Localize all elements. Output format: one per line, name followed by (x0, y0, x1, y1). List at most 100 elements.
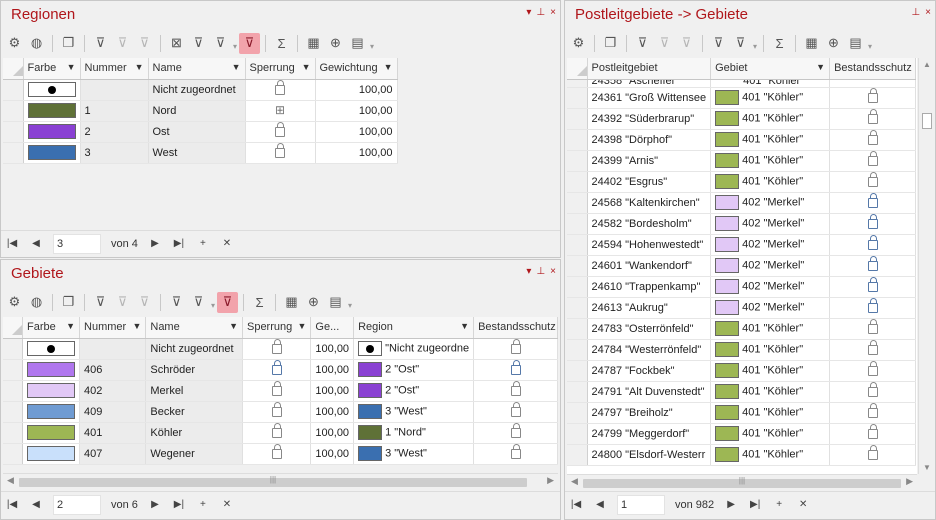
bestandsschutz-cell[interactable] (829, 423, 917, 445)
bestandsschutz-cell[interactable] (473, 443, 558, 465)
region-cell[interactable]: 3 "West" (353, 401, 475, 423)
postleitgebiet-cell[interactable]: 24784 "Westerrönfeld" (587, 339, 712, 361)
sperrung-cell[interactable] (242, 443, 312, 465)
sperrung-cell[interactable]: ⊞ (245, 100, 316, 122)
copy-icon[interactable]: ❐ (58, 33, 79, 54)
row-header[interactable] (3, 443, 24, 465)
gebiet-cell[interactable]: 401 "Köhler" (710, 423, 831, 445)
gebiet-cell[interactable]: 401 "Köhler" (710, 381, 831, 403)
scroll-thumb[interactable] (583, 479, 901, 488)
row-header[interactable] (567, 171, 588, 193)
region-cell[interactable]: 1 "Nord" (353, 422, 475, 444)
table-row[interactable]: 24613 "Aukrug" 402 "Merkel" (567, 297, 917, 319)
table-row[interactable]: 24399 "Arnis" 401 "Köhler" (567, 150, 917, 172)
table-row[interactable]: 2 Ost 100,00 (3, 121, 398, 143)
sperrung-cell[interactable] (242, 401, 312, 423)
table-row[interactable]: 24783 "Osterrönfeld" 401 "Köhler" (567, 318, 917, 340)
gewichtung-cell[interactable]: 100,00 (310, 401, 355, 423)
color-cell[interactable] (22, 380, 81, 402)
chart-settings-icon[interactable]: ▦ (801, 33, 822, 54)
bestandsschutz-cell[interactable] (829, 213, 917, 235)
scroll-thumb[interactable] (19, 478, 527, 487)
gebiet-cell[interactable]: 401 "Köhler" (710, 108, 831, 130)
row-header[interactable] (567, 318, 588, 340)
col-header-farbe[interactable]: Farbe ▼ (22, 317, 81, 339)
filter-reset-icon[interactable]: ⊽ (134, 33, 155, 54)
pin-icon[interactable]: ⊥ (536, 266, 545, 277)
color-cell[interactable] (22, 338, 81, 360)
bestandsschutz-cell[interactable] (829, 108, 917, 130)
table-row[interactable]: Nicht zugeordnet 100,00 "Nicht zugeordne (3, 338, 558, 360)
gewichtung-cell[interactable]: 100,00 (310, 380, 355, 402)
filter-chart-icon[interactable]: ⊽ (217, 291, 238, 313)
table-row[interactable]: Nicht zugeordnet 100,00 (3, 79, 398, 101)
postleitgebiet-cell[interactable]: 24610 "Trappenkamp" (587, 276, 712, 298)
color-cell[interactable] (22, 401, 81, 423)
row-header[interactable] (567, 213, 588, 235)
bestandsschutz-cell[interactable] (829, 360, 917, 382)
bestandsschutz-cell[interactable] (829, 297, 917, 319)
bestandsschutz-cell[interactable] (829, 87, 917, 109)
postleitgebiet-cell[interactable]: 24399 "Arnis" (587, 150, 712, 172)
nummer-cell[interactable]: 1 (80, 100, 149, 122)
scroll-down-icon[interactable]: ▼ (923, 463, 931, 472)
row-header[interactable] (567, 129, 588, 151)
close-icon[interactable]: × (550, 266, 556, 277)
close-icon[interactable]: × (925, 7, 931, 18)
gewichtung-cell[interactable]: 100,00 (315, 142, 398, 164)
table-row[interactable]: 24784 "Westerrönfeld" 401 "Köhler" (567, 339, 917, 361)
table-row[interactable]: 24799 "Meggerdorf" 401 "Köhler" (567, 423, 917, 445)
postleitgebiet-cell[interactable]: 24787 "Fockbek" (587, 360, 712, 382)
filter-clear-icon[interactable]: ⊽ (112, 292, 133, 313)
col-header-gewichtung[interactable]: Gewichtung ▼ (315, 58, 398, 80)
col-header-postleitgebiet[interactable]: Postleitgebiet (587, 58, 712, 80)
add-button[interactable]: + (196, 238, 210, 249)
postleitgebiet-cell[interactable]: 24797 "Breiholz" (587, 402, 712, 424)
col-header-bestandsschutz[interactable]: Bestandsschutz (829, 58, 917, 80)
prev-page-button[interactable]: ◀ (29, 499, 43, 510)
next-page-button[interactable]: ▶ (148, 238, 162, 249)
dropdown-icon[interactable]: ▾ (526, 7, 531, 18)
filter-options-icon[interactable]: ⊽ (730, 33, 757, 54)
delete-button[interactable]: ✕ (220, 499, 234, 510)
gebiet-cell[interactable]: 401 "Köhler" (710, 171, 831, 193)
postleitgebiet-cell[interactable]: 24613 "Aukrug" (587, 297, 712, 319)
bestandsschutz-cell[interactable] (829, 79, 917, 88)
table-row[interactable]: 407 Wegener 100,00 3 "West" (3, 443, 558, 465)
postleitgebiet-cell[interactable]: 24582 "Bordesholm" (587, 213, 712, 235)
sperrung-cell[interactable] (242, 380, 312, 402)
postleitgebiet-cell[interactable]: 24361 "Groß Wittensee (587, 87, 712, 109)
row-header[interactable] (567, 234, 588, 256)
copy-icon[interactable]: ❐ (58, 292, 79, 313)
row-header[interactable] (567, 423, 588, 445)
sperrung-cell[interactable] (242, 359, 312, 381)
dropdown-icon[interactable]: ▾ (526, 266, 531, 277)
scroll-up-icon[interactable]: ▲ (923, 60, 931, 69)
calculator-icon[interactable]: ▤ (325, 292, 352, 313)
close-icon[interactable]: × (550, 7, 556, 18)
row-header[interactable] (567, 150, 588, 172)
col-header-name[interactable]: Name ▼ (145, 317, 243, 339)
last-page-button[interactable]: ▶| (172, 499, 186, 510)
table-row[interactable]: 402 Merkel 100,00 2 "Ost" (3, 380, 558, 402)
next-page-button[interactable]: ▶ (148, 499, 162, 510)
table-row[interactable]: 409 Becker 100,00 3 "West" (3, 401, 558, 423)
gebiet-cell[interactable]: 401 "Köhler" (710, 87, 831, 109)
zoom-add-icon[interactable]: ⊕ (303, 292, 324, 313)
sum-icon[interactable]: Σ (249, 292, 270, 313)
calculator-icon[interactable]: ▤ (845, 33, 872, 54)
page-input[interactable]: 3 (53, 233, 101, 254)
select-box-icon[interactable]: ⊠ (166, 33, 187, 54)
sum-icon[interactable]: Σ (769, 33, 790, 54)
name-cell[interactable]: Köhler (145, 422, 243, 444)
postleitgebiet-cell[interactable]: 24799 "Meggerdorf" (587, 423, 712, 445)
bestandsschutz-cell[interactable] (829, 444, 917, 466)
table-row[interactable]: 406 Schröder 100,00 2 "Ost" (3, 359, 558, 381)
nummer-cell[interactable]: 407 (79, 443, 147, 465)
row-header[interactable] (3, 142, 24, 164)
bestandsschutz-cell[interactable] (829, 234, 917, 256)
copy-icon[interactable]: ❐ (600, 33, 621, 54)
row-header[interactable] (567, 402, 588, 424)
settings-icon[interactable]: ⚙ (4, 292, 25, 313)
delete-button[interactable]: ✕ (220, 238, 234, 249)
